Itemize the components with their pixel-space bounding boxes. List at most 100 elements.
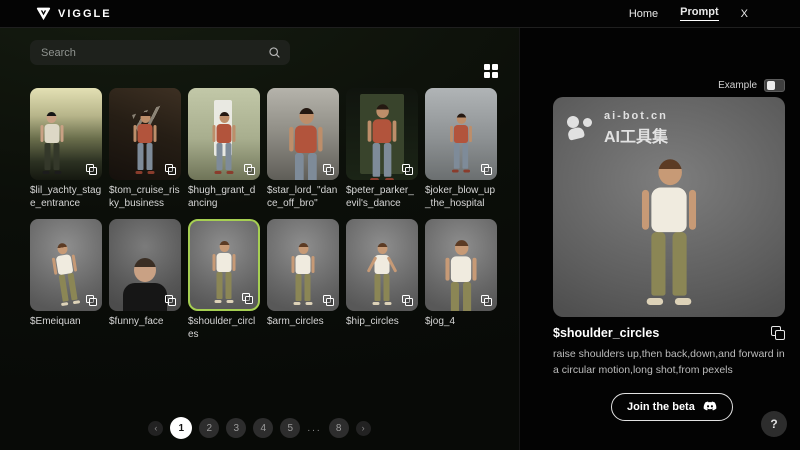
- gallery-card-label: $Emeiquan: [30, 316, 102, 341]
- person-figure: [373, 243, 392, 305]
- grid-view-icon[interactable]: [484, 64, 499, 79]
- person-figure: [136, 112, 155, 174]
- gallery-card[interactable]: $shoulder_circles: [188, 219, 260, 341]
- main-area: $lil_yachty_stage_entrance $tom_cruise_r…: [0, 28, 800, 450]
- copy-prompt-icon[interactable]: [771, 326, 785, 340]
- gallery-card-label: $shoulder_circles: [188, 316, 260, 341]
- use-template-icon[interactable]: [244, 164, 255, 175]
- nav-link-home[interactable]: Home: [629, 8, 658, 20]
- gallery-card[interactable]: $hip_circles: [346, 219, 418, 341]
- watermark: ai-bot.cn AI工具集: [566, 110, 668, 147]
- use-template-icon[interactable]: [402, 295, 413, 306]
- watermark-line1: ai-bot.cn: [604, 110, 668, 122]
- gallery-card[interactable]: $jog_4: [425, 219, 497, 341]
- preview-title: $shoulder_circles: [553, 326, 659, 340]
- use-template-icon[interactable]: [323, 295, 334, 306]
- join-beta-label: Join the beta: [627, 401, 695, 413]
- gallery-thumbnail[interactable]: [188, 88, 260, 180]
- gallery-card[interactable]: $joker_blow_up_the_hospital: [425, 88, 497, 210]
- gallery-card[interactable]: $lil_yachty_stage_entrance: [30, 88, 102, 210]
- use-template-icon[interactable]: [402, 164, 413, 175]
- gallery-thumbnail[interactable]: [188, 219, 260, 311]
- search-input[interactable]: [30, 47, 290, 59]
- gallery-card[interactable]: $arm_circles: [267, 219, 339, 341]
- search-bar[interactable]: [30, 40, 290, 65]
- use-template-icon[interactable]: [86, 164, 97, 175]
- search-icon: [268, 46, 281, 59]
- gallery-thumbnail[interactable]: [30, 88, 102, 180]
- pagination-page-4[interactable]: 4: [253, 418, 273, 438]
- gallery-card-label: $hip_circles: [346, 316, 418, 341]
- nav-link-prompt[interactable]: Prompt: [680, 6, 719, 21]
- example-row: Example: [553, 78, 785, 92]
- ai-bot-logo-icon: [566, 115, 596, 142]
- person-figure: [292, 108, 320, 180]
- gallery-grid: $lil_yachty_stage_entrance $tom_cruise_r…: [30, 88, 498, 341]
- viggle-shield-icon: [36, 6, 51, 21]
- person-figure: [215, 241, 234, 303]
- gallery-card[interactable]: $Emeiquan: [30, 219, 102, 341]
- person-figure: [452, 113, 470, 172]
- preview-image: ai-bot.cn AI工具集: [553, 97, 785, 317]
- gallery-card-label: $star_lord_"dance_off_bro": [267, 185, 339, 210]
- join-beta-button[interactable]: Join the beta: [611, 393, 733, 421]
- person-figure: [370, 104, 394, 180]
- brand-name: VIGGLE: [58, 8, 112, 20]
- pagination-page-3[interactable]: 3: [226, 418, 246, 438]
- nav-link-x[interactable]: X: [741, 8, 748, 20]
- watermark-line2: AI工具集: [604, 123, 668, 147]
- pagination-page-1[interactable]: 1: [170, 417, 192, 439]
- pagination: ‹ 12345... 8 ›: [0, 417, 519, 439]
- person-figure: [294, 243, 313, 305]
- gallery-thumbnail[interactable]: [346, 219, 418, 311]
- preview-description: raise shoulders up,then back,down,and fo…: [553, 346, 785, 379]
- preview-character: [647, 159, 692, 305]
- use-template-icon[interactable]: [481, 295, 492, 306]
- gallery-card[interactable]: $funny_face: [109, 219, 181, 341]
- gallery-thumbnail[interactable]: [425, 88, 497, 180]
- viggle-logo[interactable]: VIGGLE: [36, 6, 112, 21]
- gallery-card[interactable]: $star_lord_"dance_off_bro": [267, 88, 339, 210]
- help-button[interactable]: ?: [761, 411, 787, 437]
- gallery-card-label: $funny_face: [109, 316, 181, 341]
- pagination-next[interactable]: ›: [356, 421, 371, 436]
- gallery-thumbnail[interactable]: [267, 219, 339, 311]
- gallery-card-label: $tom_cruise_risky_business: [109, 185, 181, 210]
- person-figure: [448, 240, 474, 311]
- gallery-card-label: $arm_circles: [267, 316, 339, 341]
- gallery-card-label: $hugh_grant_dancing: [188, 185, 260, 210]
- use-template-icon[interactable]: [165, 164, 176, 175]
- use-template-icon[interactable]: [242, 293, 253, 304]
- use-template-icon[interactable]: [323, 164, 334, 175]
- top-nav: Home Prompt X: [629, 6, 748, 21]
- use-template-icon[interactable]: [165, 295, 176, 306]
- pagination-prev[interactable]: ‹: [148, 421, 163, 436]
- gallery-thumbnail[interactable]: [346, 88, 418, 180]
- example-toggle[interactable]: [764, 79, 785, 92]
- gallery-card-label: $jog_4: [425, 316, 497, 341]
- gallery-card[interactable]: $tom_cruise_risky_business: [109, 88, 181, 210]
- gallery-card[interactable]: $peter_parker_evil's_dance: [346, 88, 418, 210]
- viggle-app: VIGGLE HomePromptX $lil_yachty_stage_e: [0, 0, 800, 450]
- gallery-card[interactable]: $hugh_grant_dancing: [188, 88, 260, 210]
- person-figure: [123, 258, 167, 311]
- example-label: Example: [718, 80, 757, 91]
- pagination-page-5[interactable]: 5: [280, 418, 300, 438]
- gallery-thumbnail[interactable]: [425, 219, 497, 311]
- gallery-thumbnail[interactable]: [109, 88, 181, 180]
- top-bar: VIGGLE Home Prompt X: [0, 0, 800, 28]
- gallery-thumbnail[interactable]: [30, 219, 102, 311]
- preview-title-row: $shoulder_circles: [553, 326, 785, 340]
- use-template-icon[interactable]: [481, 164, 492, 175]
- gallery-card-label: $joker_blow_up_the_hospital: [425, 185, 497, 210]
- gallery-thumbnail[interactable]: [109, 219, 181, 311]
- gallery-card-label: $peter_parker_evil's_dance: [346, 185, 418, 210]
- pagination-page-2[interactable]: 2: [199, 418, 219, 438]
- use-template-icon[interactable]: [86, 295, 97, 306]
- pagination-ellipsis: ...: [307, 423, 321, 434]
- watermark-text: ai-bot.cn AI工具集: [604, 110, 668, 147]
- preview-panel: Example ai-bot.cn AI工具集 $shoulder_circ: [520, 28, 800, 450]
- pagination-page-8[interactable]: 8: [329, 418, 349, 438]
- person-figure: [42, 112, 61, 174]
- gallery-thumbnail[interactable]: [267, 88, 339, 180]
